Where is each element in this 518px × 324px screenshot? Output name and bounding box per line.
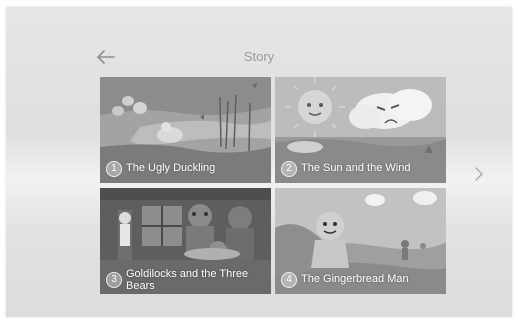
story-title: The Sun and the Wind [301,162,411,174]
story-screen: Story 1 The Ugly Duckling 2 The Sun and … [6,7,512,317]
story-number-badge: 4 [281,272,297,288]
chevron-right-icon [475,167,483,181]
page-title: Story [243,49,275,64]
story-title: Goldilocks and the Three Bears [126,268,249,292]
story-number-badge: 1 [106,161,122,177]
story-number-badge: 2 [281,161,297,177]
story-card-sun-and-wind[interactable]: 2 The Sun and the Wind [275,77,446,183]
next-page-button[interactable] [472,164,486,184]
story-grid: 1 The Ugly Duckling 2 The Sun and the Wi… [100,77,446,294]
story-title: The Gingerbread Man [301,273,409,285]
story-number-badge: 3 [106,272,122,288]
story-title: The Ugly Duckling [126,162,216,174]
story-card-ugly-duckling[interactable]: 1 The Ugly Duckling [100,77,271,183]
story-card-gingerbread-man[interactable]: 4 The Gingerbread Man [275,188,446,294]
story-card-goldilocks[interactable]: 3 Goldilocks and the Three Bears [100,188,271,294]
